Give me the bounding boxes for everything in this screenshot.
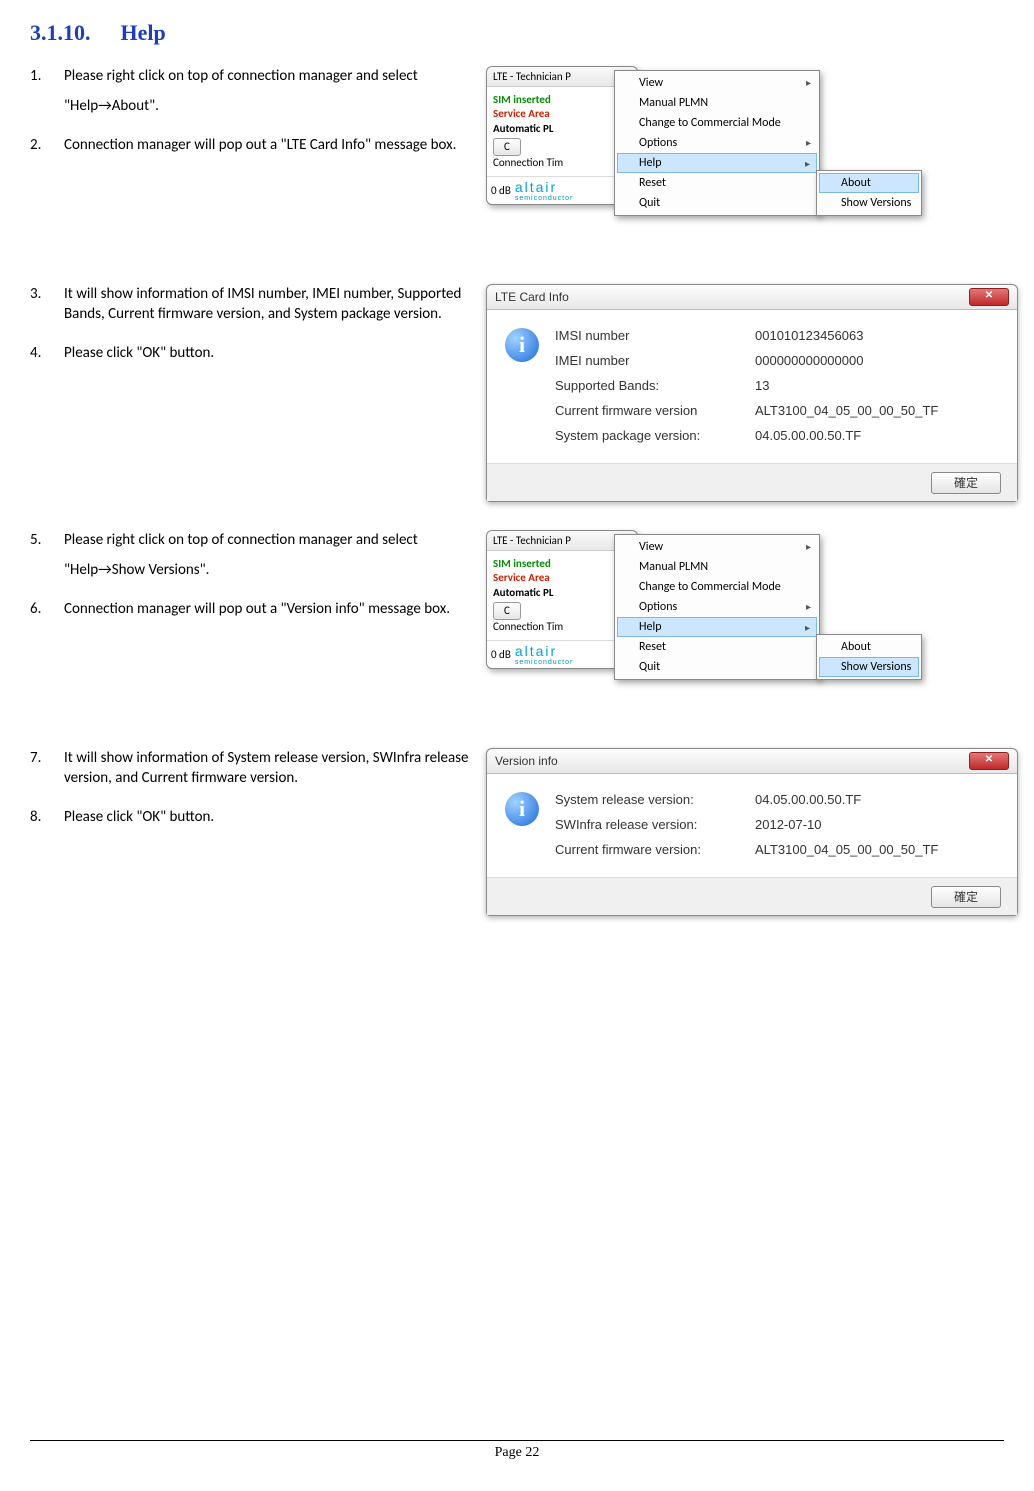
service-area: Service Area xyxy=(493,571,631,585)
step-1: 1. Please right click on top of connecti… xyxy=(30,66,470,117)
menu-item-reset[interactable]: Reset xyxy=(617,173,817,193)
section-title: Help xyxy=(121,20,166,45)
step-5: 5. Please right click on top of connecti… xyxy=(30,530,470,581)
menu-item-options[interactable]: Options xyxy=(617,133,817,153)
step-text: It will show information of IMSI number,… xyxy=(64,285,461,323)
context-menu: View Manual PLMN Change to Commercial Mo… xyxy=(614,70,820,216)
connection-time: Connection Tim xyxy=(493,156,631,170)
menu-item-view[interactable]: View xyxy=(617,73,817,93)
service-area: Service Area xyxy=(493,107,631,121)
sys-release-value: 04.05.00.00.50.TF xyxy=(755,792,997,807)
sim-status: SIM inserted xyxy=(493,557,631,571)
ok-button[interactable]: 確定 xyxy=(931,886,1001,908)
menu-item-commercial-mode[interactable]: Change to Commercial Mode xyxy=(617,113,817,133)
context-menu: View Manual PLMN Change to Commercial Mo… xyxy=(614,534,820,680)
swinfra-value: 2012-07-10 xyxy=(755,817,997,832)
step-text: Please click "OK" button. xyxy=(64,344,214,362)
close-icon[interactable]: ✕ xyxy=(969,288,1009,306)
menu-item-manual-plmn[interactable]: Manual PLMN xyxy=(617,93,817,113)
automatic-plmn: Automatic PL xyxy=(493,586,631,600)
dialog-title: Version info xyxy=(495,754,558,768)
step-4: 4. Please click "OK" button. xyxy=(30,343,470,363)
step-2: 2. Connection manager will pop out a "LT… xyxy=(30,135,470,155)
imei-value: 000000000000000 xyxy=(755,353,997,368)
info-icon: i xyxy=(505,328,539,362)
ok-button[interactable]: 確定 xyxy=(931,472,1001,494)
page-number: Page 22 xyxy=(495,1445,540,1460)
step-text: Connection manager will pop out a "Versi… xyxy=(64,600,450,618)
submenu-item-about[interactable]: About xyxy=(819,173,919,193)
imsi-value: 001010123456063 xyxy=(755,328,997,343)
menu-item-view[interactable]: View xyxy=(617,537,817,557)
package-value: 04.05.00.00.50.TF xyxy=(755,428,997,443)
help-submenu: About Show Versions xyxy=(816,634,922,680)
automatic-plmn: Automatic PL xyxy=(493,122,631,136)
menu-item-options[interactable]: Options xyxy=(617,597,817,617)
submenu-item-show-versions[interactable]: Show Versions xyxy=(819,657,919,677)
section-number: 3.1.10. xyxy=(30,20,91,45)
step-subtext: "Help→Show Versions". xyxy=(64,560,470,580)
signal-label: 0 dB xyxy=(491,184,511,197)
connect-button[interactable]: C xyxy=(493,602,521,620)
imei-label: IMEI number xyxy=(555,353,755,368)
step-text: Please right click on top of connection … xyxy=(64,67,418,85)
menu-item-reset[interactable]: Reset xyxy=(617,637,817,657)
firmware-label: Current firmware version xyxy=(555,403,755,418)
brand-logo: altair semiconductor xyxy=(515,643,574,666)
menu-item-manual-plmn[interactable]: Manual PLMN xyxy=(617,557,817,577)
step-text: Please right click on top of connection … xyxy=(64,531,418,549)
step-3: 3. It will show information of IMSI numb… xyxy=(30,284,470,325)
imsi-label: IMSI number xyxy=(555,328,755,343)
dialog-title: LTE Card Info xyxy=(495,290,569,304)
package-label: System package version: xyxy=(555,428,755,443)
submenu-item-about[interactable]: About xyxy=(819,637,919,657)
brand-logo: altair semiconductor xyxy=(515,179,574,202)
sys-release-label: System release version: xyxy=(555,792,755,807)
firmware-label: Current firmware version: xyxy=(555,842,755,857)
screenshot-context-menu-versions: LTE - Technician P SIM inserted Service … xyxy=(486,530,916,720)
step-6: 6. Connection manager will pop out a "Ve… xyxy=(30,599,470,619)
menu-item-help[interactable]: Help xyxy=(617,153,817,173)
menu-item-commercial-mode[interactable]: Change to Commercial Mode xyxy=(617,577,817,597)
info-icon: i xyxy=(505,792,539,826)
close-icon[interactable]: ✕ xyxy=(969,752,1009,770)
page-footer: Page 22 xyxy=(0,1440,1034,1461)
firmware-value: ALT3100_04_05_00_00_50_TF xyxy=(755,842,997,857)
lte-card-info-dialog: LTE Card Info ✕ i IMSI number00101012345… xyxy=(486,284,1018,502)
step-text: Please click "OK" button. xyxy=(64,808,214,826)
menu-item-quit[interactable]: Quit xyxy=(617,657,817,677)
step-text: It will show information of System relea… xyxy=(64,749,469,787)
connection-time: Connection Tim xyxy=(493,620,631,634)
screenshot-context-menu-about: LTE - Technician P SIM inserted Service … xyxy=(486,66,916,256)
step-8: 8. Please click "OK" button. xyxy=(30,807,470,827)
sim-status: SIM inserted xyxy=(493,93,631,107)
swinfra-label: SWInfra release version: xyxy=(555,817,755,832)
submenu-item-show-versions[interactable]: Show Versions xyxy=(819,193,919,213)
section-heading: 3.1.10. Help xyxy=(30,20,1004,46)
step-text: Connection manager will pop out a "LTE C… xyxy=(64,136,456,154)
bands-value: 13 xyxy=(755,378,997,393)
help-submenu: About Show Versions xyxy=(816,170,922,216)
signal-label: 0 dB xyxy=(491,648,511,661)
step-7: 7. It will show information of System re… xyxy=(30,748,470,789)
firmware-value: ALT3100_04_05_00_00_50_TF xyxy=(755,403,997,418)
bands-label: Supported Bands: xyxy=(555,378,755,393)
version-info-dialog: Version info ✕ i System release version:… xyxy=(486,748,1018,916)
menu-item-quit[interactable]: Quit xyxy=(617,193,817,213)
step-subtext: "Help→About". xyxy=(64,96,470,116)
connect-button[interactable]: C xyxy=(493,138,521,156)
menu-item-help[interactable]: Help xyxy=(617,617,817,637)
